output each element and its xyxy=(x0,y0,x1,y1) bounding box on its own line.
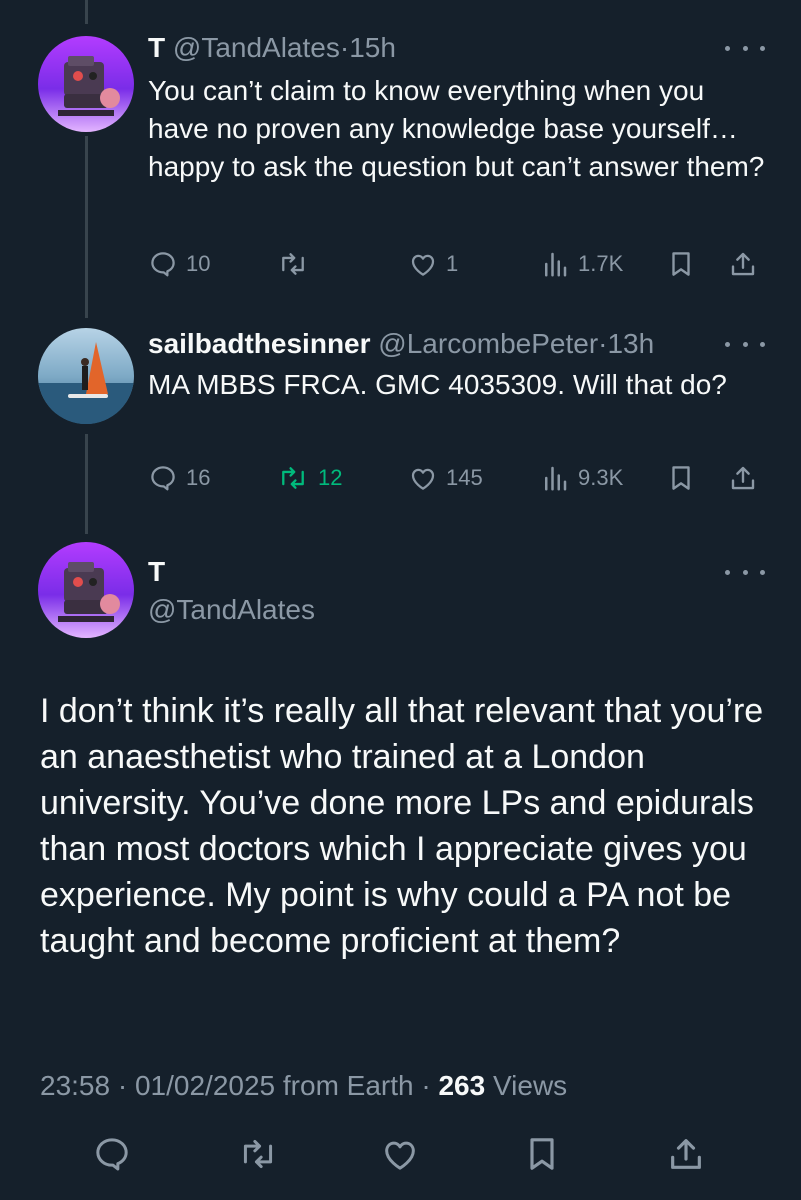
separator: · xyxy=(117,1070,128,1101)
share-button[interactable] xyxy=(728,460,758,496)
like-button[interactable]: 145 xyxy=(408,460,483,496)
tweet-date[interactable]: 01/02/2025 xyxy=(135,1070,275,1101)
like-button[interactable]: 1 xyxy=(408,246,458,282)
handle[interactable]: @LarcombePeter xyxy=(378,328,598,359)
reply-icon xyxy=(151,252,175,277)
bookmark-button[interactable] xyxy=(666,460,696,496)
robot-avatar-icon xyxy=(38,36,134,132)
bookmark-icon xyxy=(672,252,690,276)
views-count: 9.3K xyxy=(578,465,624,490)
tweet-meta: 23:58 · 01/02/2025 from Earth · 263 View… xyxy=(40,1070,567,1102)
more-dot xyxy=(742,341,748,347)
more-dot xyxy=(725,341,730,347)
avatar[interactable] xyxy=(38,328,134,424)
more-options-button[interactable] xyxy=(725,564,765,580)
handle[interactable]: @TandAlates xyxy=(173,32,340,63)
display-name[interactable]: T xyxy=(148,32,165,63)
tweet-actions-bar xyxy=(40,1134,740,1174)
retweet-button[interactable] xyxy=(236,1134,280,1179)
reply-header: T @TandAlates·15h xyxy=(148,32,396,64)
tweet-source: from Earth xyxy=(282,1070,414,1101)
bookmark-icon xyxy=(530,1138,554,1170)
retweet-icon xyxy=(282,253,304,275)
retweet-icon xyxy=(282,467,304,489)
views-label: Views xyxy=(492,1070,568,1101)
views-icon xyxy=(545,252,567,277)
views-number: 263 xyxy=(438,1070,486,1101)
reply-count: 16 xyxy=(186,465,211,490)
timestamp[interactable]: 15h xyxy=(349,32,396,63)
share-button[interactable] xyxy=(666,1134,706,1179)
timestamp[interactable]: 13h xyxy=(607,328,654,359)
reply-button[interactable]: 16 xyxy=(148,460,210,496)
retweet-button[interactable]: 12 xyxy=(276,460,342,496)
windsurfer-avatar-icon xyxy=(38,328,134,424)
more-dot xyxy=(742,569,748,575)
separator: · xyxy=(339,32,350,63)
views-count: 1.7K xyxy=(578,251,624,276)
like-icon xyxy=(411,468,435,490)
more-dot xyxy=(725,569,730,575)
more-dot xyxy=(760,45,765,51)
reply-button[interactable]: 10 xyxy=(148,246,210,282)
like-count: 145 xyxy=(446,465,483,490)
retweet-button[interactable] xyxy=(276,246,318,282)
thread-line-2 xyxy=(85,434,88,534)
reply-actions: 10 1 1.7K xyxy=(148,246,763,282)
reply-header: sailbadthesinner @LarcombePeter·13h xyxy=(148,328,654,360)
reply-actions: 16 12 145 9.3K xyxy=(148,460,763,496)
retweet-icon xyxy=(243,1139,273,1169)
like-icon xyxy=(411,254,435,276)
bookmark-button[interactable] xyxy=(522,1134,562,1179)
reply-text: You can’t claim to know everything when … xyxy=(148,75,765,182)
tweet-time[interactable]: 23:58 xyxy=(40,1070,110,1101)
views-button[interactable]: 9.3K xyxy=(540,460,623,496)
share-icon xyxy=(671,1139,701,1169)
more-options-button[interactable] xyxy=(725,40,765,56)
handle[interactable]: @TandAlates xyxy=(148,594,315,626)
more-options-button[interactable] xyxy=(725,336,765,352)
reply-icon xyxy=(96,1138,128,1171)
views-button[interactable]: 1.7K xyxy=(540,246,623,282)
avatar[interactable] xyxy=(38,36,134,132)
bookmark-button[interactable] xyxy=(666,246,696,282)
separator: · xyxy=(421,1070,431,1101)
reply-icon xyxy=(151,466,175,491)
tweet-text: I don’t think it’s really all that relev… xyxy=(40,692,764,960)
more-dot xyxy=(760,569,765,575)
share-icon xyxy=(731,252,755,276)
display-name[interactable]: T xyxy=(148,556,165,588)
thread-line-1 xyxy=(85,136,88,318)
bookmark-icon xyxy=(672,466,690,490)
reply-count: 10 xyxy=(186,251,211,276)
thread-line-top xyxy=(85,0,88,24)
more-dot xyxy=(742,45,748,51)
more-dot xyxy=(760,341,765,347)
like-icon xyxy=(385,1141,415,1170)
reply-button[interactable] xyxy=(92,1134,132,1179)
like-count: 1 xyxy=(446,251,459,276)
share-button[interactable] xyxy=(728,246,758,282)
share-icon xyxy=(731,466,755,490)
retweet-count: 12 xyxy=(318,465,343,490)
avatar[interactable] xyxy=(38,542,134,638)
views-icon xyxy=(545,466,567,491)
reply-text: MA MBBS FRCA. GMC 4035309. Will that do? xyxy=(148,369,727,400)
more-dot xyxy=(725,45,730,51)
like-button[interactable] xyxy=(380,1134,420,1179)
display-name[interactable]: sailbadthesinner xyxy=(148,328,371,359)
robot-avatar-icon xyxy=(38,542,134,638)
